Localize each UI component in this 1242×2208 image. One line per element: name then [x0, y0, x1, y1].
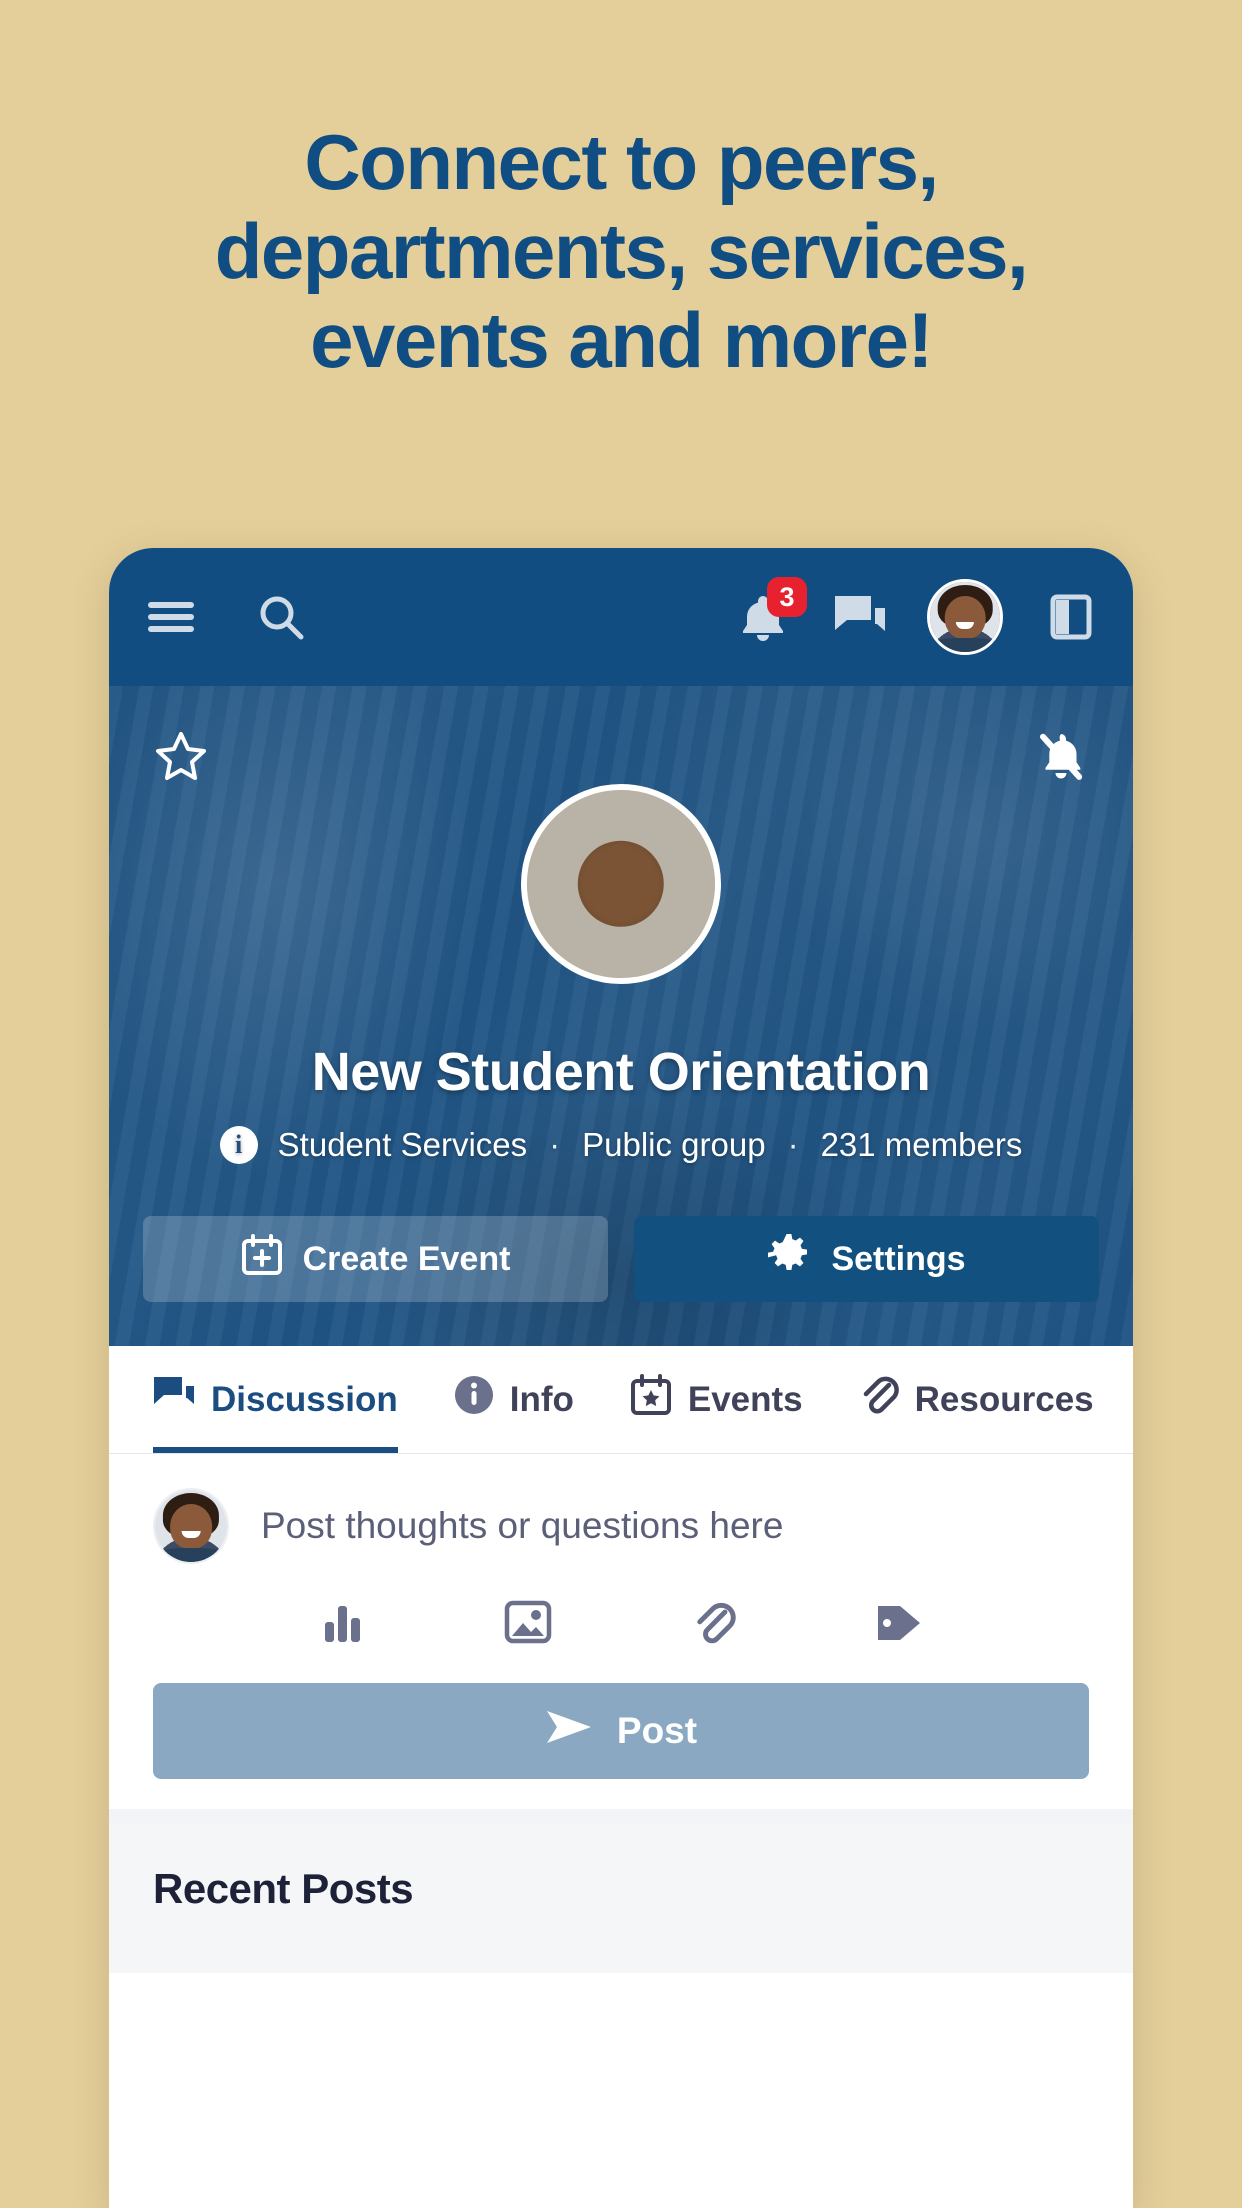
tab-info-label: Info [509, 1379, 574, 1419]
side-panel-icon[interactable] [1043, 589, 1099, 645]
app-top-bar: 3 [109, 548, 1133, 686]
info-icon[interactable]: i [219, 1126, 258, 1164]
meta-separator-1: · [549, 1126, 561, 1163]
group-title: New Student Orientation [311, 1042, 931, 1102]
paperclip-icon [859, 1374, 899, 1425]
tab-info[interactable]: Info [454, 1346, 574, 1453]
post-button-label: Post [616, 1710, 698, 1751]
recent-posts-section: Recent Posts [109, 1823, 1133, 1973]
info-icon [454, 1375, 494, 1424]
group-department: Student Services [277, 1126, 528, 1163]
hero-action-icons [109, 728, 1133, 784]
headline-line-3: events and more! [310, 295, 933, 384]
tab-events-label: Events [687, 1379, 803, 1419]
headline-line-2: departments, services, [214, 206, 1029, 295]
gear-icon [767, 1233, 811, 1286]
poll-bar-chart-icon[interactable] [319, 1600, 365, 1651]
group-member-count: 231 members [820, 1126, 1023, 1163]
app-bar-right-group: 3 [735, 577, 1099, 655]
calendar-plus-icon [241, 1233, 283, 1285]
post-composer: Post thoughts or questions here Post [109, 1454, 1133, 1823]
hands-together-photo [527, 790, 715, 978]
post-button[interactable]: Post [153, 1683, 1089, 1779]
calendar-star-icon [630, 1374, 672, 1425]
search-icon[interactable] [253, 589, 309, 645]
bell-off-icon[interactable] [1033, 728, 1089, 784]
notification-badge: 3 [767, 577, 807, 617]
create-event-button[interactable]: Create Event [143, 1216, 608, 1302]
tab-resources[interactable]: Resources [859, 1346, 1094, 1453]
group-tab-bar: Discussion Info Events Resources [109, 1346, 1133, 1454]
profile-avatar[interactable] [927, 579, 1003, 655]
avatar-shoulders [932, 638, 998, 652]
phone-mockup: 3 New Student Orientation i Student Serv… [109, 548, 1133, 2208]
settings-button[interactable]: Settings [634, 1216, 1099, 1302]
composer-user-avatar[interactable] [153, 1488, 229, 1564]
paperclip-icon[interactable] [692, 1600, 736, 1651]
app-bar-left-group [143, 589, 309, 645]
avatar-shoulders [157, 1547, 225, 1562]
tab-events[interactable]: Events [630, 1346, 803, 1453]
avatar-face [170, 1504, 212, 1550]
messages-icon[interactable] [831, 589, 887, 645]
notifications-button[interactable]: 3 [735, 577, 807, 645]
group-meta: i Student Services · Public group · 231 … [109, 1126, 1133, 1164]
composer-input-row: Post thoughts or questions here [153, 1488, 1089, 1564]
chat-bubbles-icon [153, 1376, 195, 1423]
group-profile-photo[interactable] [521, 784, 721, 984]
page-headline: Connect to peers, departments, services,… [0, 118, 1242, 385]
tab-discussion[interactable]: Discussion [153, 1346, 398, 1453]
create-event-label: Create Event [302, 1239, 511, 1278]
image-icon[interactable] [504, 1600, 552, 1651]
group-visibility: Public group [582, 1126, 766, 1163]
group-action-buttons: Create Event Settings [143, 1216, 1099, 1302]
hamburger-menu-icon[interactable] [143, 589, 199, 645]
composer-tool-row [153, 1564, 1089, 1661]
tab-resources-label: Resources [914, 1379, 1094, 1419]
settings-label: Settings [831, 1239, 966, 1278]
star-outline-icon[interactable] [153, 728, 209, 784]
headline-line-1: Connect to peers, [304, 118, 939, 206]
avatar-face [944, 596, 986, 640]
tab-discussion-label: Discussion [211, 1379, 398, 1419]
tag-icon[interactable] [875, 1600, 923, 1651]
meta-separator-2: · [787, 1126, 799, 1163]
recent-posts-title: Recent Posts [153, 1865, 414, 1912]
send-icon [545, 1709, 593, 1754]
group-cover-hero: New Student Orientation i Student Servic… [109, 686, 1133, 1346]
post-input[interactable]: Post thoughts or questions here [261, 1505, 783, 1547]
